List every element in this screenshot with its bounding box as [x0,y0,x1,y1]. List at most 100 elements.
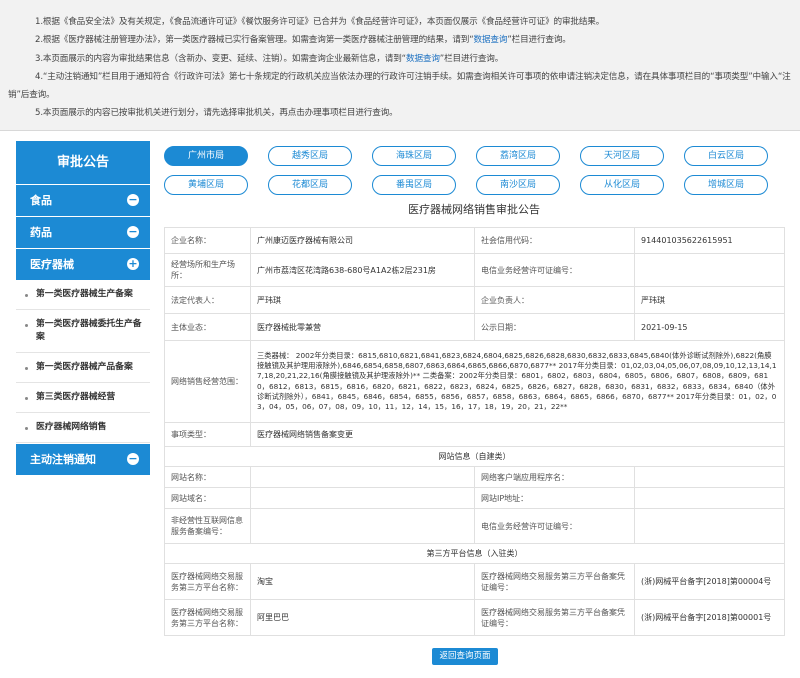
area-button-liwan[interactable]: 荔湾区局 [476,146,560,166]
page-title: 医疗器械网络销售审批公告 [408,203,540,216]
item-type-value: 医疗器械网络销售备案变更 [250,422,785,447]
company-value: 广州康迈医疗器械有限公司 [250,227,475,254]
area-button-conghua[interactable]: 从化区局 [580,175,664,195]
area-button-yuexiu[interactable]: 越秀区局 [268,146,352,166]
platform-cert-label: 医疗器械网络交易服务第三方平台备案凭证编号： [474,563,635,600]
sidebar-cat-label: 食品 [30,194,52,207]
business-type-label: 主体业态： [164,313,251,341]
table-row: 企业名称： 广州康迈医疗器械有限公司 社会信用代码： 9144010356226… [164,227,785,254]
notice-item-5: 5.本页面展示的内容已按审批机关进行划分，请先选择审批机关，再点击办理事项栏目进… [35,108,398,119]
sidebar-cat-label: 医疗器械 [30,258,74,271]
table-row: 网络销售经营范围： 三类器械： 2002年分类目录：6815,6810,6821… [164,340,785,423]
area-button-haizhu[interactable]: 海珠区局 [372,146,456,166]
credit-code-value: 914401035622615951 [634,227,785,254]
platform-cert-label: 医疗器械网络交易服务第三方平台备案凭证编号： [474,599,635,636]
back-to-search-button[interactable]: 返回查询页面 [432,648,498,665]
platform-name-label: 医疗器械网络交易服务第三方平台名称： [164,599,251,636]
legal-rep-value: 严玮琪 [250,286,475,314]
client-app-value [634,466,785,488]
platform-name-value: 阿里巴巴 [250,599,475,636]
notice-text: ”栏目进行查询。 [507,35,571,46]
sidebar-item-class3-business[interactable]: 第三类医疗器械经营 [16,383,150,413]
platform-name-value: 淘宝 [250,563,475,600]
notice-item-1: 1.根据《食品安全法》及有关规定，《食品流通许可证》《餐饮服务许可证》已合并为《… [35,17,605,27]
company-label: 企业名称： [164,227,251,254]
table-row: 医疗器械网络交易服务第三方平台名称： 淘宝 医疗器械网络交易服务第三方平台备案凭… [164,563,785,600]
notice-text: 3.本页面展示的内容为审批结果信息（含新办、变更、延续、注销）。如需查询企业最新… [35,53,406,64]
telecom-license-label: 电信业务经营许可证编号： [474,253,635,287]
table-row: 网站域名： 网站IP地址： [164,487,785,509]
table-row: 第三方平台信息（入驻类） [164,543,785,564]
table-row: 网站名称： 网络客户端应用程序名： [164,466,785,488]
data-query-link[interactable]: 数据查询 [474,35,508,45]
notice-text: ”栏目进行查询。 [439,53,504,64]
collapse-icon[interactable]: − [127,453,139,465]
site-domain-label: 网站域名： [164,487,251,509]
sidebar-item-class1-entrusted[interactable]: 第一类医疗器械委托生产备案 [16,310,150,353]
scope-value: 三类器械： 2002年分类目录：6815,6810,6821,6841,6823… [250,340,785,423]
icp-label: 非经营性互联网信息服务备案编号： [164,508,251,544]
sidebar-cat-device[interactable]: 医疗器械 + [16,249,150,280]
area-button-nansha[interactable]: 南沙区局 [476,175,560,195]
notice-text: 2.根据《医疗器械注册管理办法》，第一类医疗器械已实行备案管理。如需查询第一类医… [35,35,474,46]
principal-label: 企业负责人： [474,286,635,314]
area-button-panyu[interactable]: 番禺区局 [372,175,456,195]
collapse-icon[interactable]: − [127,194,139,206]
table-row: 医疗器械网络交易服务第三方平台名称： 阿里巴巴 医疗器械网络交易服务第三方平台备… [164,599,785,636]
area-button-guangzhou[interactable]: 广州市局 [164,146,248,166]
data-query-link[interactable]: 数据查询 [406,54,440,64]
table-row: 网站信息（自建类） [164,446,785,467]
scope-label: 网络销售经营范围： [164,340,251,423]
sidebar-cat-label: 药品 [30,226,52,239]
credit-code-label: 社会信用代码： [474,227,635,254]
sidebar: 审批公告 食品 − 药品 − 医疗器械 + 第一类医疗器械生产备案 第一类医疗器… [16,141,150,475]
legal-rep-label: 法定代表人： [164,286,251,314]
sidebar-item-class1-production[interactable]: 第一类医疗器械生产备案 [16,280,150,310]
address-label: 经营场所和生产场所： [164,253,251,287]
sidebar-item-class1-product[interactable]: 第一类医疗器械产品备案 [16,353,150,383]
site-name-value [250,466,475,488]
sidebar-title: 审批公告 [16,141,150,184]
table-row: 经营场所和生产场所： 广州市荔湾区花湾路638-680号A1A2栋2层231房 … [164,253,785,287]
site-domain-value [250,487,475,509]
platform-cert-value: (浙)网械平台备字[2018]第00001号 [634,599,785,636]
platform-cert-value: (浙)网械平台备字[2018]第00004号 [634,563,785,600]
business-type-value: 医疗器械批零兼营 [250,313,475,341]
principal-value: 严玮琪 [634,286,785,314]
notice-item-4: 4.“主动注销通知”栏目用于通知符合《行政许可法》第七十条规定的行政机关应当依法… [8,71,791,101]
icp-value [250,508,475,544]
telecom-license-value [634,508,785,544]
site-ip-label: 网站IP地址： [474,487,635,509]
table-row: 非经营性互联网信息服务备案编号： 电信业务经营许可证编号： [164,508,785,544]
sidebar-cat-food[interactable]: 食品 − [16,185,150,216]
table-row: 主体业态： 医疗器械批零兼营 公示日期： 2021-09-15 [164,313,785,341]
notice-item-3: 3.本页面展示的内容为审批结果信息（含新办、变更、延续、注销）。如需查询企业最新… [8,50,792,68]
expand-icon[interactable]: + [127,258,139,270]
telecom-license-label: 电信业务经营许可证编号： [474,508,635,544]
publish-date-value: 2021-09-15 [634,313,785,341]
section-website: 网站信息（自建类） [164,446,785,467]
telecom-license-value [634,253,785,287]
area-button-zengcheng[interactable]: 增城区局 [684,175,768,195]
sidebar-cat-cancellation[interactable]: 主动注销通知 − [16,444,150,475]
publish-date-label: 公示日期： [474,313,635,341]
site-ip-value [634,487,785,509]
area-button-huadu[interactable]: 花都区局 [268,175,352,195]
notice-item-2: 2.根据《医疗器械注册管理办法》，第一类医疗器械已实行备案管理。如需查询第一类医… [8,31,792,49]
client-app-label: 网络客户端应用程序名： [474,466,635,488]
collapse-icon[interactable]: − [127,226,139,238]
detail-table: 企业名称： 广州康迈医疗器械有限公司 社会信用代码： 9144010356226… [164,227,785,636]
table-row: 法定代表人： 严玮琪 企业负责人： 严玮琪 [164,286,785,314]
area-button-tianhe[interactable]: 天河区局 [580,146,664,166]
site-name-label: 网站名称： [164,466,251,488]
area-button-baiyun[interactable]: 白云区局 [684,146,768,166]
item-type-label: 事项类型： [164,422,251,447]
table-row: 事项类型： 医疗器械网络销售备案变更 [164,422,785,447]
sidebar-cat-drug[interactable]: 药品 − [16,217,150,248]
platform-name-label: 医疗器械网络交易服务第三方平台名称： [164,563,251,600]
address-value: 广州市荔湾区花湾路638-680号A1A2栋2层231房 [250,253,475,287]
section-third-party: 第三方平台信息（入驻类） [164,543,785,564]
sidebar-cat-label: 主动注销通知 [30,453,96,466]
area-button-huangpu[interactable]: 黄埔区局 [164,175,248,195]
sidebar-item-online-sales[interactable]: 医疗器械网络销售 [16,413,150,443]
